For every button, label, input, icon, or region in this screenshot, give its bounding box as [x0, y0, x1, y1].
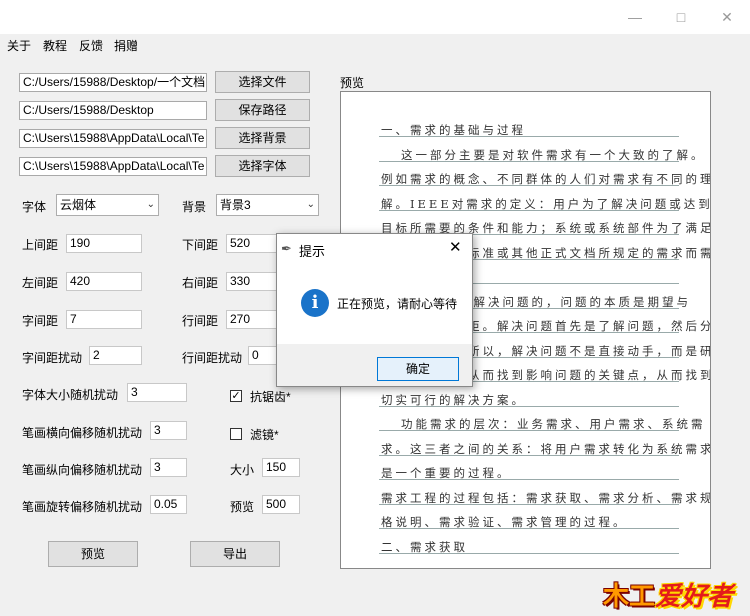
chevron-down-icon: ⌄: [146, 199, 155, 210]
font-path-field[interactable]: C:\Users\15988\AppData\Local\Te: [19, 157, 207, 176]
left-margin-input[interactable]: 420: [66, 272, 142, 291]
handwritten-line: 解。IEEE对需求的定义：用户为了解决问题或达到某些: [381, 196, 711, 211]
font-select[interactable]: 云烟体 ⌄: [56, 194, 159, 216]
filter-checkbox[interactable]: [230, 428, 242, 440]
handwritten-line: 二、需求获取: [381, 539, 468, 554]
menu-feedback[interactable]: 反馈: [79, 37, 103, 54]
stroke-y-jitter-input[interactable]: 3: [150, 458, 187, 477]
file-path-field[interactable]: C:/Users/15988/Desktop/一个文档: [19, 73, 207, 92]
top-margin-label: 上间距: [22, 238, 59, 252]
background-path-field[interactable]: C:\Users\15988\AppData\Local\Te: [19, 129, 207, 148]
save-path-field[interactable]: C:/Users/15988/Desktop: [19, 101, 207, 120]
choose-file-button[interactable]: 选择文件: [215, 71, 310, 93]
char-spacing-label: 字间距: [22, 314, 59, 328]
font-size-jitter-input[interactable]: 3: [127, 383, 187, 402]
choose-font-button[interactable]: 选择字体: [215, 155, 310, 177]
line-spacing-label: 行间距: [182, 314, 219, 328]
preview-size-label: 预览: [230, 500, 255, 514]
preview-size-input[interactable]: 500: [262, 495, 300, 514]
menu-about[interactable]: 关于: [7, 37, 31, 54]
title-bar: — □ ✕: [0, 0, 750, 34]
stroke-x-jitter-label: 笔画横向偏移随机扰动: [22, 426, 143, 440]
dialog-close-icon[interactable]: ✕: [449, 238, 462, 256]
handwritten-line: 切实可行的解决方案。: [381, 392, 526, 407]
line-spacing-jitter-label: 行间距扰动: [182, 351, 243, 365]
handwritten-line: 例如需求的概念、不同群体的人们对需求有不同的理: [381, 172, 711, 186]
char-spacing-jitter-label: 字间距扰动: [22, 351, 83, 365]
handwritten-line: 是一个重要的过程。: [381, 466, 512, 480]
preview-title: 预览: [340, 76, 365, 90]
chevron-down-icon: ⌄: [306, 199, 315, 210]
font-select-value: 云烟体: [60, 198, 97, 212]
watermark-logo: 木工爱好者: [603, 576, 734, 612]
stroke-rotation-jitter-label: 笔画旋转偏移随机扰动: [22, 500, 143, 514]
handwritten-line: 格说明、需求验证、需求管理的过程。: [381, 515, 628, 529]
menu-bar: [0, 34, 750, 54]
menu-tutorial[interactable]: 教程: [43, 37, 67, 54]
char-spacing-input[interactable]: 7: [66, 310, 142, 329]
handwritten-line: 一、需求的基础与过程: [381, 123, 526, 137]
char-spacing-jitter-input[interactable]: 2: [89, 346, 142, 365]
maximize-button[interactable]: □: [658, 0, 704, 34]
minimize-button[interactable]: —: [612, 0, 658, 34]
info-dialog: ✒ 提示 ✕ i 正在预览，请耐心等待 确定: [276, 233, 473, 387]
menu-donate[interactable]: 捐赠: [114, 37, 138, 54]
antialias-label: 抗锯齿*: [250, 390, 291, 404]
dialog-message: 正在预览，请耐心等待: [337, 297, 458, 311]
left-margin-label: 左间距: [22, 276, 59, 290]
export-button[interactable]: 导出: [190, 541, 280, 567]
stroke-x-jitter-input[interactable]: 3: [150, 421, 187, 440]
font-label: 字体: [22, 200, 47, 214]
handwritten-line: 求。这三者之间的关系：将用户需求转化为系统需求: [381, 441, 711, 456]
size-label: 大小: [230, 463, 255, 477]
stroke-rotation-jitter-input[interactable]: 0.05: [150, 495, 187, 514]
info-icon: i: [301, 289, 329, 317]
background-select[interactable]: 背景3 ⌄: [216, 194, 319, 216]
logo-part-2: 工: [629, 582, 656, 612]
handwritten-line: 这一部分主要是对软件需求有一个大致的了解。: [401, 147, 706, 162]
handwritten-line: 需求工程的过程包括：需求获取、需求分析、需求规: [381, 490, 711, 505]
size-input[interactable]: 150: [262, 458, 300, 477]
logo-part-1: 木: [603, 582, 630, 612]
background-select-value: 背景3: [220, 198, 251, 212]
logo-part-3: 爱好者: [655, 582, 734, 612]
antialias-checkbox[interactable]: ✓: [230, 390, 242, 402]
right-margin-label: 右间距: [182, 276, 219, 290]
feather-icon: ✒: [281, 241, 292, 256]
stroke-y-jitter-label: 笔画纵向偏移随机扰动: [22, 463, 143, 477]
choose-background-button[interactable]: 选择背景: [215, 127, 310, 149]
dialog-title: 提示: [299, 244, 326, 259]
close-button[interactable]: ✕: [704, 0, 750, 34]
bottom-margin-label: 下间距: [182, 238, 219, 252]
preview-button[interactable]: 预览: [48, 541, 138, 567]
save-path-button[interactable]: 保存路径: [215, 99, 310, 121]
filter-label: 滤镜*: [250, 428, 279, 442]
background-label: 背景: [182, 200, 207, 214]
top-margin-input[interactable]: 190: [66, 234, 142, 253]
app-window: — □ ✕ 关于 教程 反馈 捐赠 C:/Users/15988/Desktop…: [0, 0, 750, 616]
font-size-jitter-label: 字体大小随机扰动: [22, 388, 119, 402]
ok-button[interactable]: 确定: [377, 357, 459, 381]
handwritten-line: 功能需求的层次：业务需求、用户需求、系统需: [401, 417, 706, 431]
